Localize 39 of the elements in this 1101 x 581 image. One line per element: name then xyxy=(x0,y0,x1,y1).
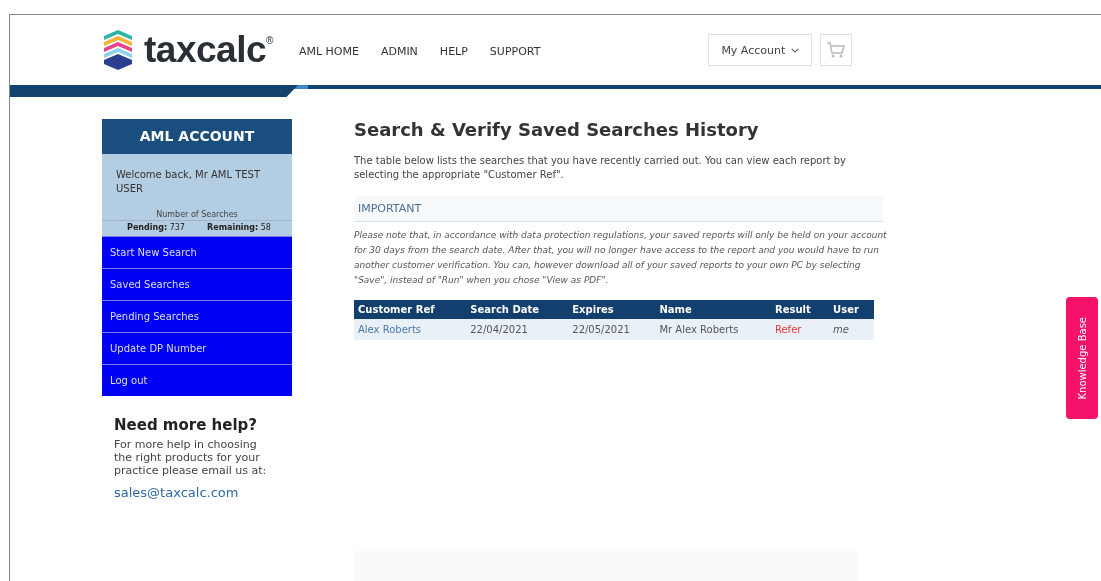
sidebar-item[interactable]: Saved Searches xyxy=(102,268,292,300)
nav-link[interactable]: SUPPORT xyxy=(489,44,541,58)
column-header: Result xyxy=(770,300,830,319)
column-header: Search Date xyxy=(466,300,569,319)
cart-button[interactable] xyxy=(820,34,853,66)
table-cell: Mr Alex Roberts xyxy=(655,319,771,340)
sidebar-item[interactable]: Pending Searches xyxy=(102,300,292,332)
column-header: Customer Ref xyxy=(354,300,467,319)
table-cell: Refer xyxy=(770,319,830,340)
important-text: Please note that, in accordance with data protection regulations, your saved reports will only be held on your account for 30 days from the search date. After that, you will no longer have access to the report and you would have to run another customer verification. You can, however download all of your saved reports to your own PC by selecting "Save", instead of "Run" when you chose "View as PDF". xyxy=(354,229,888,287)
table-cell: 22/04/2021 xyxy=(466,319,569,340)
email-link[interactable]: sales@taxcalc.com xyxy=(114,485,292,500)
table-cell: me xyxy=(829,319,874,340)
searches-label: Number of Searches xyxy=(102,210,292,221)
customer-ref-link[interactable]: Alex Roberts xyxy=(354,319,467,340)
help-text: For more help in choosing the right products for your practice please email us at: xyxy=(114,438,268,477)
cart-icon xyxy=(826,41,847,59)
help-title: Need more help? xyxy=(114,416,259,434)
knowledge-base-tab[interactable]: Knowledge Base xyxy=(1066,297,1098,419)
table-cell: 22/05/2021 xyxy=(568,319,656,340)
sidebar-item[interactable]: Log out xyxy=(102,364,292,396)
intro-text: The table below lists the searches that you have recently carried out. You can view each report by selecting the appropriate "Customer Ref". xyxy=(354,154,847,182)
page-title: Search & Verify Saved Searches History xyxy=(354,119,760,140)
column-header: Name xyxy=(655,300,771,319)
account-dropdown[interactable]: My Account xyxy=(708,34,813,66)
column-header: Expires xyxy=(568,300,656,319)
nav-link[interactable]: ADMIN xyxy=(380,44,418,58)
sidebar-title: AML ACCOUNT xyxy=(102,119,292,154)
column-header: User xyxy=(829,300,874,319)
chevron-icon xyxy=(791,47,800,53)
pending-count: Pending: 737 xyxy=(127,223,185,232)
nav-link[interactable]: AML HOME xyxy=(298,44,359,58)
remaining-count: Remaining: 58 xyxy=(207,223,271,232)
sidebar-item[interactable]: Start New Search xyxy=(102,236,292,268)
nav-link[interactable]: HELP xyxy=(439,44,468,58)
welcome-text: Welcome back, Mr AML TEST USER xyxy=(116,168,262,196)
logo-text: taxcalc$^{®}$ xyxy=(144,29,273,71)
sidebar-item[interactable]: Update DP Number xyxy=(102,332,292,364)
important-heading: IMPORTANT xyxy=(354,196,883,222)
